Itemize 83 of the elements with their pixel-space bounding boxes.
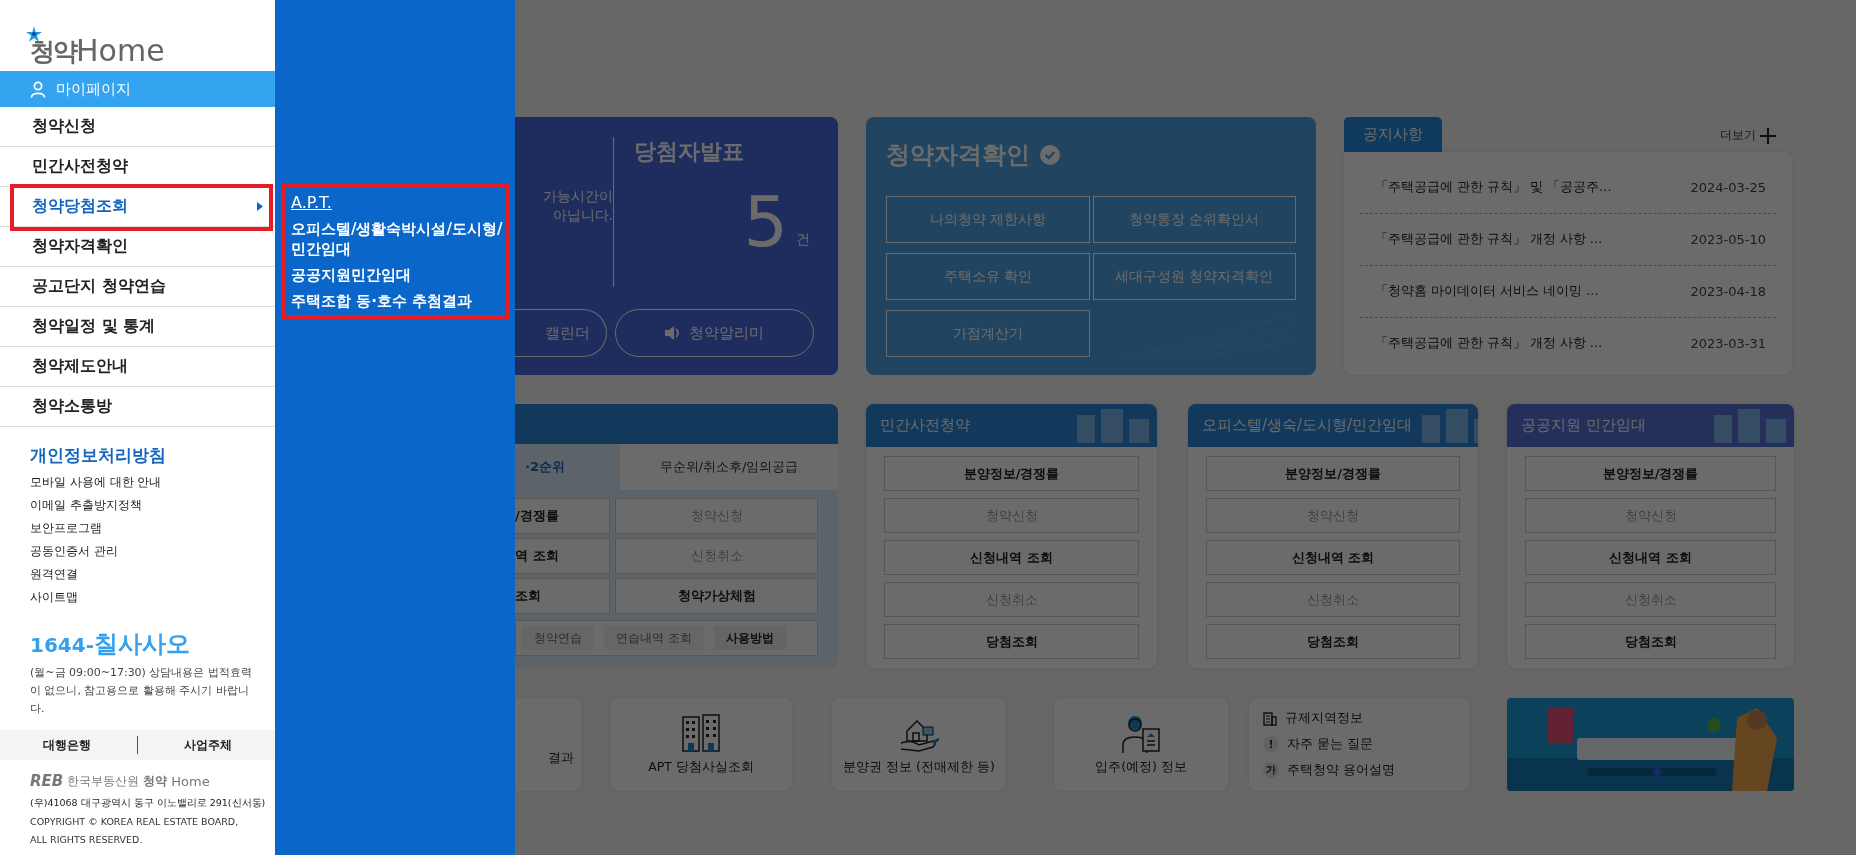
practice-button[interactable]: 청약연습 [522, 626, 594, 650]
speaker-icon [665, 326, 681, 340]
quick-link-card[interactable]: 분양권 정보 (전매제한 등) [832, 698, 1006, 791]
info-link[interactable]: 규제지역정보 [1263, 710, 1456, 728]
menu-item[interactable]: 민간사전청약 [0, 147, 275, 186]
person-document-icon [1121, 713, 1161, 753]
notice-text: 가능시간이 아닙니다. [542, 187, 613, 225]
menu-item[interactable]: 청약자격확인 [0, 227, 275, 266]
footer-link[interactable]: 공동인증서 관리 [30, 542, 275, 560]
count-value: 5 [743, 187, 788, 257]
buildings-icon [681, 713, 721, 753]
policy-link[interactable]: 개인정보처리방침 [30, 444, 275, 467]
notice-date: 2024-03-25 [1690, 180, 1766, 195]
quick-link-card[interactable]: 입주(예정) 정보 [1054, 698, 1228, 791]
menu-item[interactable]: 청약소통방 [0, 387, 275, 426]
eligibility-button[interactable]: 청약통장 순위확인서 [1092, 196, 1296, 243]
submenu-link[interactable]: 공공지원민간임대 [291, 265, 506, 285]
menu-button[interactable]: 분양정보/경쟁률 [884, 456, 1139, 491]
card-title: 오피스텔/생숙/도시형/민간임대 [1202, 416, 1413, 435]
menu-button[interactable]: 신청내역 조회 [1525, 540, 1776, 575]
star-icon [26, 26, 42, 42]
menu-button[interactable]: 청약가상체험 [615, 578, 818, 614]
notice-title[interactable]: 「주택공급에 관한 규칙」 개정 사항 … [1375, 231, 1603, 248]
footer-logo: REB 한국부동산원 청약 Home [30, 772, 211, 790]
card-title: 청약자격확인 [886, 140, 1030, 171]
menu-button[interactable]: 당첨조회 [1206, 624, 1460, 659]
menu-item[interactable]: 공고단지 청약연습 [0, 267, 275, 306]
menu-item[interactable]: 청약일정 및 통계 [0, 307, 275, 346]
info-link[interactable]: ! 자주 묻는 질문 [1263, 736, 1456, 753]
info-link[interactable]: 가 주택청약 용어설명 [1263, 761, 1456, 779]
copyright-text: COPYRIGHT © KOREA REAL ESTATE BOARD, ALL RIGHTS RESERVED. [30, 815, 240, 847]
quick-link-card[interactable]: APT 당첨사실조회 [610, 698, 792, 791]
address-text: (우)41068 대구광역시 동구 이노밸리로 291(신서동) [30, 796, 267, 810]
notice-title[interactable]: 「청약홈 마이데이터 서비스 네이밍 … [1375, 283, 1599, 300]
menu-button[interactable]: 분양정보/경쟁률 [1206, 456, 1460, 491]
quick-link-card[interactable]: 결과 [515, 698, 582, 791]
card-title: 당첨자발표 [634, 138, 745, 166]
practice-button[interactable]: 사용방법 [713, 626, 786, 650]
tab[interactable]: 무순위/취소후/임의공급 [620, 444, 838, 490]
menu-item[interactable]: 청약제도안내 [0, 347, 275, 386]
notice-date: 2023-05-10 [1690, 232, 1766, 247]
plus-icon [1760, 127, 1776, 144]
footer-link[interactable]: 보안프로그램 [30, 519, 275, 537]
eligibility-button[interactable]: 세대구성원 청약자격확인 [1092, 253, 1296, 300]
card-title: 공공지원 민간임대 [1521, 416, 1646, 435]
footer-link[interactable]: 이메일 추출방지정책 [30, 496, 275, 514]
eligibility-button[interactable]: 가점계산기 [886, 310, 1090, 357]
footer-tab[interactable]: 대행은행 [43, 736, 91, 754]
notice-tab[interactable]: 공지사항 [1344, 117, 1442, 152]
logo[interactable]: 청약Home [0, 0, 275, 68]
notice-title[interactable]: 「주택공급에 관한 규칙」 및 「공공주… [1375, 179, 1612, 196]
phone-note: (월~금 09:00~17:30) 상담내용은 법적효력이 없으니, 참고용으로 활용해 주시기 바랍니다. [30, 665, 253, 717]
phone-number: 1644-칠사사오 [30, 629, 191, 660]
footer-link[interactable]: 원격연결 [30, 565, 275, 583]
menu-button[interactable]: 분양정보/경쟁률 [1525, 456, 1776, 491]
count-unit: 건 [796, 231, 810, 249]
check-circle-icon [1040, 145, 1060, 165]
menu-button[interactable]: 신청내역 조회 [1206, 540, 1460, 575]
notice-title[interactable]: 「주택공급에 관한 규칙」 개정 사항 … [1375, 335, 1603, 352]
menu-item[interactable]: 청약신청 [0, 107, 275, 146]
menu-button[interactable]: 당첨조회 [884, 624, 1139, 659]
menu-button[interactable]: 조회 [515, 578, 610, 614]
building-icon [1263, 711, 1277, 726]
footer-tab[interactable]: 사업주체 [184, 736, 232, 754]
menu-button[interactable]: /경쟁률 [515, 498, 610, 534]
notice-date: 2023-03-31 [1690, 336, 1766, 351]
menu-button[interactable]: 신청내역 조회 [884, 540, 1139, 575]
menu-button[interactable]: 당첨조회 [1525, 624, 1776, 659]
footer-link[interactable]: 모바일 사용에 대한 안내 [30, 473, 275, 491]
eligibility-button[interactable]: 나의청약 제한사항 [886, 196, 1090, 243]
submenu-link[interactable]: 주택조합 동·호수 추첨결과 [291, 291, 506, 311]
mypage-link[interactable]: 마이페이지 [0, 71, 275, 107]
submenu-link[interactable]: 오피스텔/생활숙박시설/도시형/민간임대 [291, 219, 506, 259]
card-title: 민간사전청약 [880, 416, 970, 435]
eligibility-button[interactable]: 주택소유 확인 [886, 253, 1090, 300]
menu-item[interactable]: 청약당첨조회 [0, 187, 275, 226]
caret-icon [257, 202, 263, 211]
person-icon [30, 80, 46, 98]
menu-button[interactable]: 역 조회 [515, 538, 610, 574]
submenu-link[interactable]: A.P.T. [291, 193, 506, 213]
footer-link[interactable]: 사이트맵 [30, 588, 275, 606]
more-link[interactable]: 더보기 [1720, 127, 1776, 144]
notice-date: 2023-04-18 [1690, 284, 1766, 299]
